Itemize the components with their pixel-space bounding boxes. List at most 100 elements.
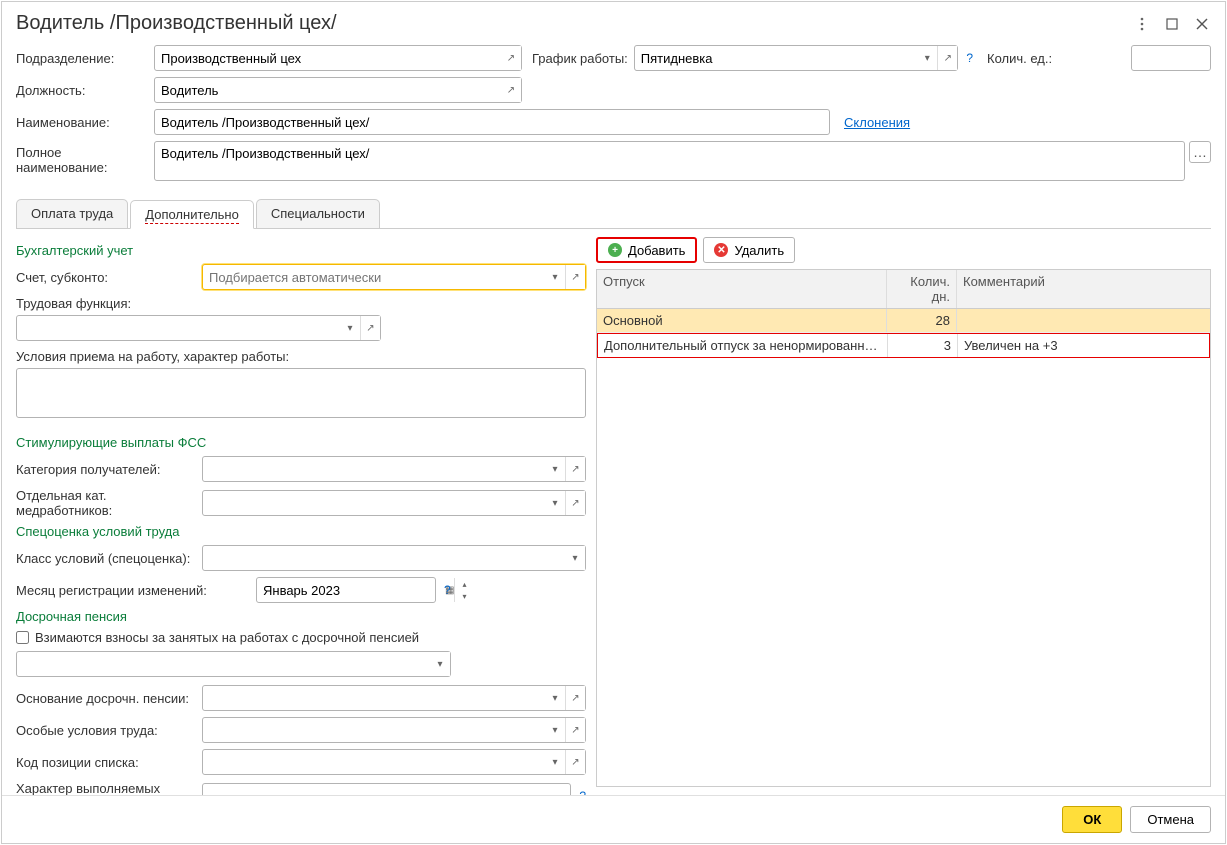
schet-input-group[interactable]: ▾ ↗	[202, 264, 586, 290]
row-naimenovanie: Наименование: Склонения	[16, 109, 1211, 135]
podrazdelenie-input-group[interactable]: ↗	[154, 45, 522, 71]
row-dolzhnost: Должность: ↗	[16, 77, 1211, 103]
open-icon[interactable]: ↗	[501, 46, 521, 70]
otdelnaya-label: Отдельная кат. медработников:	[16, 488, 202, 518]
header-form: Подразделение: ↗ График работы: ▾ ↗ ? Ко…	[2, 41, 1225, 191]
open-icon[interactable]: ↗	[565, 265, 585, 289]
harakter-input-group[interactable]	[202, 783, 571, 795]
open-icon[interactable]: ↗	[360, 316, 380, 340]
section-buh: Бухгалтерский учет	[16, 243, 586, 258]
naimenovanie-input[interactable]	[155, 110, 829, 134]
usloviya-textarea[interactable]	[16, 368, 586, 418]
row-polnoe: Полное наименование: …	[16, 141, 1211, 181]
open-icon[interactable]: ↗	[501, 78, 521, 102]
col-days[interactable]: Колич. дн.	[887, 270, 957, 308]
cell-comment	[957, 309, 1210, 332]
polnoe-textarea[interactable]	[154, 141, 1185, 181]
osobye-input[interactable]	[203, 718, 545, 742]
dropdown-icon[interactable]: ▾	[545, 491, 565, 515]
dropdown-icon[interactable]: ▾	[545, 686, 565, 710]
dolzhnost-label: Должность:	[16, 83, 154, 98]
vznosy-checkbox[interactable]	[16, 631, 29, 644]
open-icon[interactable]: ↗	[937, 46, 957, 70]
ok-button[interactable]: ОК	[1062, 806, 1122, 833]
help-icon[interactable]: ?	[444, 583, 451, 597]
tab-dopolnitelno[interactable]: Дополнительно	[130, 200, 254, 229]
tab-specialnosti[interactable]: Специальности	[256, 199, 380, 228]
vznosy-select[interactable]: ▾	[16, 651, 451, 677]
more-icon[interactable]	[1133, 15, 1151, 33]
otdelnaya-input-group[interactable]: ▾ ↗	[202, 490, 586, 516]
osnovanie-input[interactable]	[203, 686, 545, 710]
podrazdelenie-input[interactable]	[155, 46, 501, 70]
cell-comment: Увеличен на +3	[958, 334, 1209, 357]
kod-input[interactable]	[203, 750, 545, 774]
podrazdelenie-label: Подразделение:	[16, 51, 154, 66]
kolich-input-group[interactable]: ▴ ▾	[1131, 45, 1211, 71]
tab-oplata[interactable]: Оплата труда	[16, 199, 128, 228]
vznosy-input[interactable]	[17, 652, 430, 676]
open-icon[interactable]: ↗	[565, 457, 585, 481]
trud-input-group[interactable]: ▾ ↗	[16, 315, 381, 341]
spin-down-icon[interactable]: ▾	[455, 590, 473, 602]
help-icon[interactable]: ?	[966, 51, 973, 65]
table-row[interactable]: Основной 28	[597, 309, 1210, 333]
row-osobye: Особые условия труда: ▾ ↗	[16, 717, 586, 743]
spin-up-icon[interactable]: ▴	[455, 578, 473, 590]
kolich-input[interactable]	[1132, 46, 1227, 70]
title-buttons	[1133, 15, 1211, 33]
add-button-label: Добавить	[628, 243, 685, 258]
section-pens: Досрочная пенсия	[16, 609, 586, 624]
kategoriya-input[interactable]	[203, 457, 545, 481]
col-otpusk[interactable]: Отпуск	[597, 270, 887, 308]
osnovanie-input-group[interactable]: ▾ ↗	[202, 685, 586, 711]
dropdown-icon[interactable]: ▾	[430, 652, 450, 676]
vacation-table: Отпуск Колич. дн. Комментарий Основной 2…	[596, 269, 1211, 787]
osobye-input-group[interactable]: ▾ ↗	[202, 717, 586, 743]
dolzhnost-input-group[interactable]: ↗	[154, 77, 522, 103]
skloneniya-link[interactable]: Склонения	[844, 115, 910, 130]
dropdown-icon[interactable]: ▾	[340, 316, 360, 340]
open-icon[interactable]: ↗	[565, 491, 585, 515]
dropdown-icon[interactable]: ▾	[545, 750, 565, 774]
dolzhnost-input[interactable]	[155, 78, 501, 102]
grafik-input-group[interactable]: ▾ ↗	[634, 45, 959, 71]
col-comment[interactable]: Комментарий	[957, 270, 1210, 308]
klass-input[interactable]	[203, 546, 565, 570]
add-button[interactable]: + Добавить	[596, 237, 697, 263]
cell-otpusk: Основной	[597, 309, 887, 332]
naimenovanie-input-group[interactable]	[154, 109, 830, 135]
mesyac-input[interactable]	[257, 578, 445, 602]
open-icon[interactable]: ↗	[565, 686, 585, 710]
trud-input[interactable]	[17, 316, 340, 340]
kod-input-group[interactable]: ▾ ↗	[202, 749, 586, 775]
trud-label: Трудовая функция:	[16, 296, 586, 311]
row-mesyac: Месяц регистрации изменений: ▦ ▴ ▾ ?	[16, 577, 586, 603]
table-row[interactable]: Дополнительный отпуск за ненормированный…	[597, 333, 1210, 358]
delete-button[interactable]: ✕ Удалить	[703, 237, 795, 263]
plus-icon: +	[608, 243, 622, 257]
otdelnaya-input[interactable]	[203, 491, 545, 515]
dropdown-icon[interactable]: ▾	[917, 46, 937, 70]
klass-input-group[interactable]: ▾	[202, 545, 586, 571]
harakter-input[interactable]	[203, 784, 570, 795]
open-icon[interactable]: ↗	[565, 750, 585, 774]
cancel-button[interactable]: Отмена	[1130, 806, 1211, 833]
schet-input[interactable]	[203, 265, 545, 289]
open-icon[interactable]: ↗	[565, 718, 585, 742]
kategoriya-input-group[interactable]: ▾ ↗	[202, 456, 586, 482]
table-body: Основной 28 Дополнительный отпуск за нен…	[597, 309, 1210, 358]
kod-label: Код позиции списка:	[16, 755, 202, 770]
cell-days: 28	[887, 309, 957, 332]
expand-icon[interactable]: …	[1189, 141, 1211, 163]
dropdown-icon[interactable]: ▾	[545, 265, 565, 289]
dropdown-icon[interactable]: ▾	[545, 457, 565, 481]
dropdown-icon[interactable]: ▾	[545, 718, 565, 742]
left-column: Бухгалтерский учет Счет, субконто: ▾ ↗ Т…	[16, 237, 596, 787]
row-schet: Счет, субконто: ▾ ↗	[16, 264, 586, 290]
grafik-input[interactable]	[635, 46, 918, 70]
mesyac-input-group[interactable]: ▦ ▴ ▾	[256, 577, 436, 603]
maximize-icon[interactable]	[1163, 15, 1181, 33]
dropdown-icon[interactable]: ▾	[565, 546, 585, 570]
close-icon[interactable]	[1193, 15, 1211, 33]
